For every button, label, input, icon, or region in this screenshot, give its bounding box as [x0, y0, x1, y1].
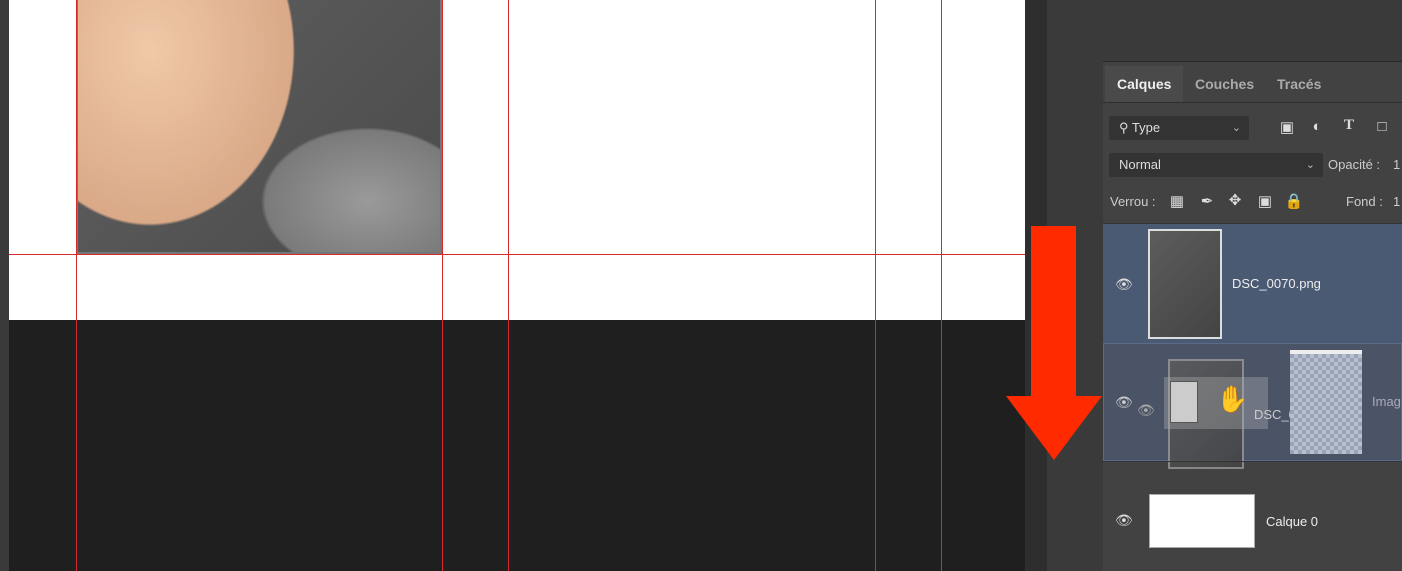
lock-label: Verrou : [1110, 194, 1156, 209]
chevron-down-icon: ⌄ [1231, 122, 1241, 134]
visibility-eye-icon: 👁 [1137, 402, 1155, 418]
guide-vertical[interactable] [508, 0, 509, 571]
canvas-edge [0, 0, 9, 571]
type-filter-icon[interactable]: T [1339, 117, 1359, 134]
blend-mode-value: Normal [1119, 157, 1161, 172]
opacity-value[interactable]: 1 [1393, 157, 1400, 172]
divider [1103, 102, 1402, 103]
filter-select[interactable]: ⚲ Type ⌄ [1109, 116, 1249, 140]
lock-paint-brush-icon[interactable]: ✒ [1197, 192, 1217, 210]
adjustment-filter-icon[interactable]: ◐ [1307, 118, 1327, 135]
guide-vertical[interactable] [442, 0, 443, 571]
lock-all-icon[interactable]: 🔒 [1284, 192, 1304, 210]
placed-photo[interactable] [76, 0, 442, 254]
lock-transparency-icon[interactable]: ▦ [1167, 192, 1187, 210]
tab-couches[interactable]: Couches [1183, 66, 1266, 102]
tab-traces[interactable]: Tracés [1265, 66, 1333, 102]
fill-label: Fond : [1346, 194, 1383, 209]
visibility-eye-icon[interactable]: 👁 [1115, 512, 1133, 529]
guide-vertical[interactable] [76, 0, 77, 571]
photo-child-arm [78, 0, 318, 252]
layer-row[interactable]: 👁 Calque 0 [1103, 461, 1402, 571]
layer-thumbnail [1149, 494, 1255, 548]
layer-mask-thumbnail [1290, 350, 1362, 454]
panel-top [1103, 0, 1402, 62]
red-arrow-down-icon [1006, 226, 1102, 460]
layer-extra-label: Imag [1372, 394, 1401, 409]
visibility-eye-icon[interactable]: 👁 [1115, 394, 1133, 411]
search-icon: ⚲ [1119, 120, 1129, 135]
filter-label: Type [1131, 120, 1161, 135]
lock-artboard-icon[interactable]: ▣ [1255, 192, 1275, 210]
layer-row-dragging[interactable]: 👁 👁 ✋ DSC_0070.png Imag [1103, 343, 1402, 469]
layer-name: DSC_0070.png [1232, 276, 1321, 291]
opacity-label: Opacité : [1328, 157, 1381, 172]
guide-vertical[interactable] [941, 0, 942, 571]
guide-vertical[interactable] [875, 0, 876, 571]
layer-row[interactable]: 👁 DSC_0070.png [1103, 223, 1402, 343]
hand-cursor-icon: ✋ [1216, 384, 1249, 414]
visibility-eye-icon[interactable]: 👁 [1115, 276, 1133, 293]
blend-mode-select[interactable]: Normal ⌄ [1109, 153, 1323, 177]
lock-move-icon[interactable]: ✥ [1225, 191, 1245, 209]
layer-thumbnail [1148, 229, 1222, 339]
chevron-down-icon: ⌄ [1305, 159, 1315, 171]
shape-filter-icon[interactable]: □ [1372, 118, 1392, 135]
image-filter-icon[interactable]: ▣ [1277, 118, 1297, 136]
guide-horizontal[interactable] [9, 254, 1025, 255]
drag-preview-thumb [1170, 381, 1198, 423]
layer-name: Calque 0 [1266, 514, 1319, 529]
tab-calques[interactable]: Calques [1105, 66, 1184, 102]
fill-value[interactable]: 1 [1393, 194, 1400, 209]
